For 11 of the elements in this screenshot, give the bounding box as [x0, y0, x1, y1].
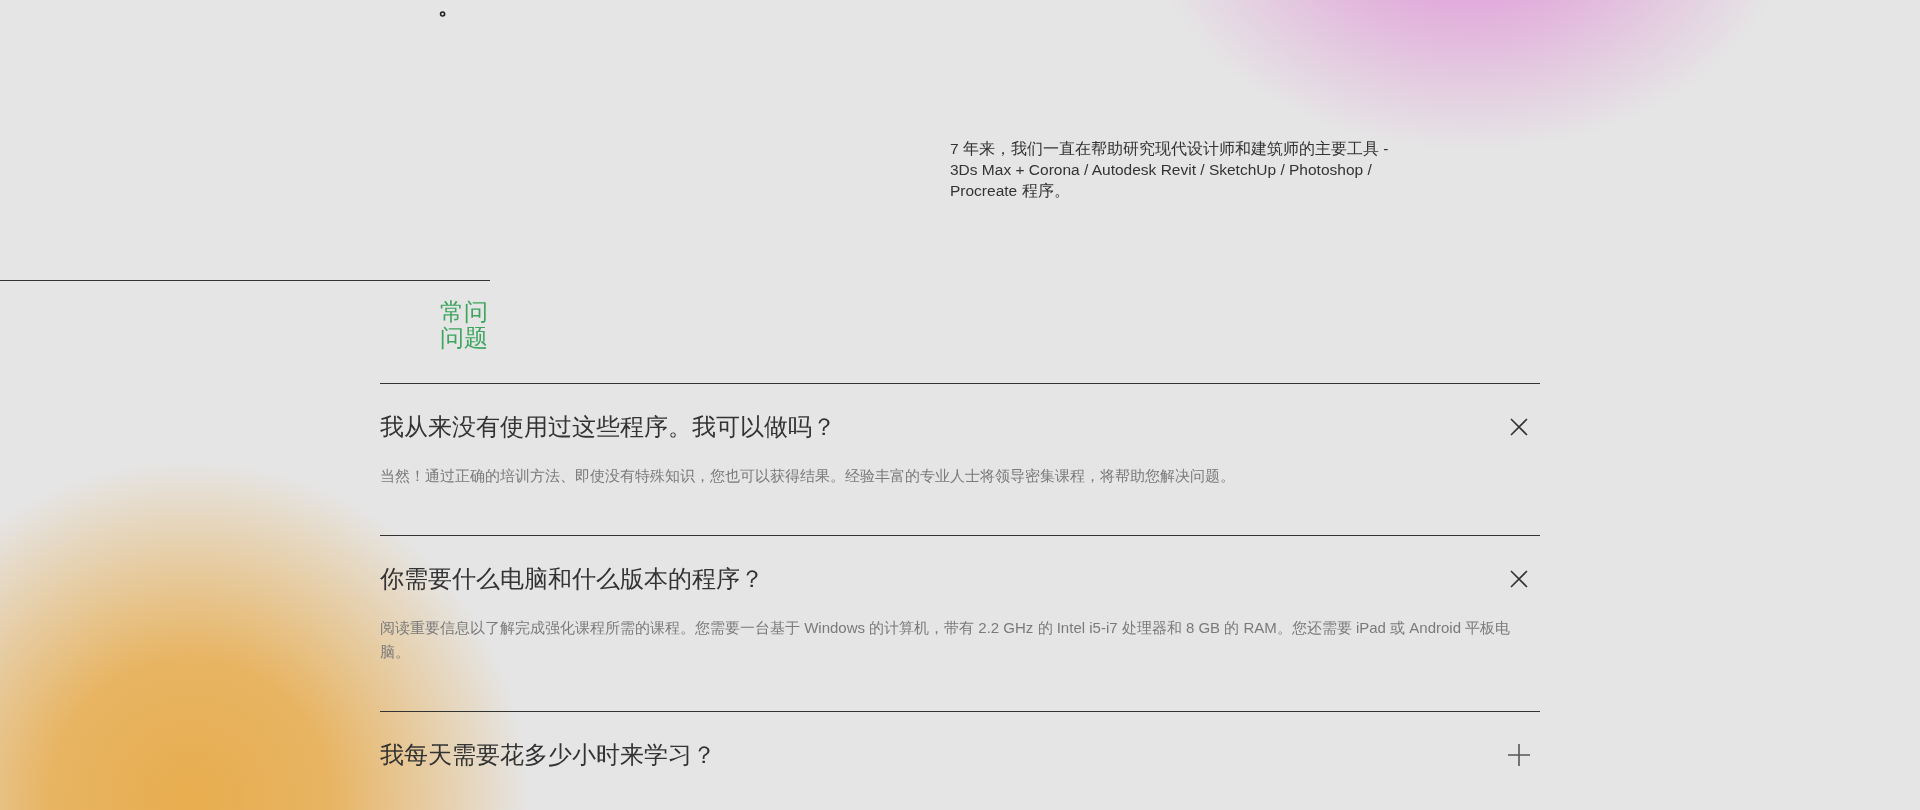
intro-text: 7 年来，我们一直在帮助研究现代设计师和建筑师的主要工具 - 3Ds Max + Corona / Autodesk Revit / SketchUp / Photoshop / Procreate 程序。 — [950, 139, 1390, 201]
plus-icon[interactable] — [1508, 744, 1530, 766]
punctuation-mark: 。 — [438, 0, 460, 20]
faq-question[interactable]: 我从来没有使用过这些程序。我可以做吗？ — [380, 412, 836, 442]
faq-answer: 阅读重要信息以了解完成强化课程所需的课程。您需要一台基于 Windows 的计算机，带有 2.2 GHz 的 Intel i5-i7 处理器和 8 GB 的 RAM。您还需要 iPad 或 Android 平板电脑。 — [380, 618, 1512, 662]
faq-answer: 当然！通过正确的培训方法、即使没有特殊知识，您也可以获得结果。经验丰富的专业人士将领导密集课程，将帮助您解决问题。 — [380, 466, 1236, 486]
faq-question[interactable]: 我每天需要花多少小时来学习？ — [380, 740, 716, 770]
faq-heading: 常问问题 — [440, 299, 488, 351]
close-icon[interactable] — [1508, 416, 1530, 438]
faq-question[interactable]: 你需要什么电脑和什么版本的程序？ — [380, 564, 764, 594]
close-icon[interactable] — [1508, 568, 1530, 590]
